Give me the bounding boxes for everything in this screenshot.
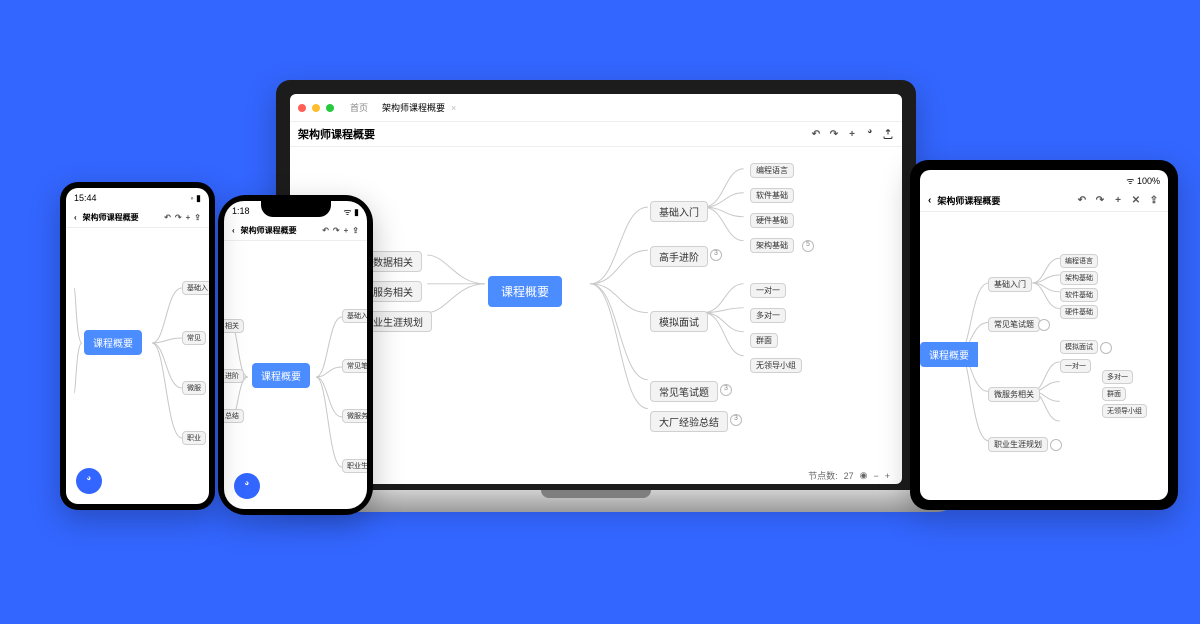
tab-document[interactable]: 架构师课程概要× bbox=[382, 101, 456, 114]
undo-icon[interactable]: ↶ bbox=[164, 213, 171, 222]
node-frag-r3[interactable]: 微服 bbox=[182, 381, 206, 395]
node-1on1[interactable]: 一对一 bbox=[1060, 359, 1091, 373]
node-software[interactable]: 软件基础 bbox=[1060, 288, 1098, 302]
collapse-dot[interactable] bbox=[1100, 342, 1112, 354]
node-mock-interview[interactable]: 模拟面试 bbox=[1060, 340, 1098, 354]
node-hardware[interactable]: 硬件基础 bbox=[750, 213, 794, 228]
node-frag-left3[interactable]: 总结 bbox=[224, 409, 244, 423]
laptop-status-line: 节点数: 27 ◉ − + bbox=[804, 467, 894, 484]
view-icon[interactable]: ◉ bbox=[860, 470, 868, 481]
node-root[interactable]: 课程概要 bbox=[920, 342, 978, 367]
node-root[interactable]: 课程概要 bbox=[84, 330, 142, 355]
minimize-icon[interactable] bbox=[312, 104, 320, 112]
node-career[interactable]: 职业生涯规划 bbox=[988, 437, 1048, 452]
ipad-screen: ᯤ 100% ‹架构师课程概要 ↶↷+✕⇪ 课程概要 基础入门 常 bbox=[920, 170, 1168, 500]
node-frag-r1[interactable]: 基础入 bbox=[182, 281, 209, 295]
collapse-bigco[interactable]: 3 bbox=[730, 414, 742, 426]
node-root[interactable]: 课程概要 bbox=[488, 276, 562, 307]
collapse-dot[interactable] bbox=[1038, 319, 1050, 331]
node-hardware[interactable]: 硬件基础 bbox=[1060, 305, 1098, 319]
tab-bar: 首页 架构师课程概要× bbox=[340, 98, 466, 117]
iphone-screen: 1:18ᯤ ▮ ‹架构师课程概要 ↶↷+⇪ 相关 进阶 总结 课程概要 基础入 … bbox=[224, 201, 367, 509]
node-frag-r1[interactable]: 基础入 bbox=[342, 309, 367, 323]
node-microservice[interactable]: 微服务相关 bbox=[988, 387, 1040, 402]
node-1on1[interactable]: 一对一 bbox=[750, 283, 786, 298]
connector-lines bbox=[66, 222, 209, 504]
laptop-mindmap-canvas[interactable]: 大数据相关 微服务相关 职业生涯规划 3 课程概要 基础入门 高手进阶 3 模拟… bbox=[290, 140, 902, 466]
node-mock-interview[interactable]: 模拟面试 bbox=[650, 311, 708, 332]
fab-tools-button[interactable] bbox=[234, 473, 260, 499]
maximize-icon[interactable] bbox=[326, 104, 334, 112]
redo-icon[interactable]: ↷ bbox=[828, 128, 840, 140]
node-frag-r4[interactable]: 职业 bbox=[182, 431, 206, 445]
node-frag-r2[interactable]: 常见 bbox=[182, 331, 206, 345]
collapse-archbasic[interactable]: 5 bbox=[802, 240, 814, 252]
close-icon[interactable] bbox=[298, 104, 306, 112]
back-icon[interactable]: ‹ bbox=[232, 226, 235, 235]
tools-icon[interactable] bbox=[864, 128, 876, 140]
node-frag-r2[interactable]: 常见笔 bbox=[342, 359, 367, 373]
export-icon[interactable] bbox=[882, 128, 894, 140]
android-mindmap-canvas[interactable]: 课程概要 基础入 常见 微服 职业 bbox=[66, 222, 209, 504]
add-icon[interactable]: + bbox=[846, 128, 858, 140]
close-tab-icon[interactable]: × bbox=[451, 103, 456, 113]
android-statusbar: 15:44◦ ▮ bbox=[66, 188, 209, 208]
node-written-test[interactable]: 常见笔试题 bbox=[988, 317, 1040, 332]
back-icon[interactable]: ‹ bbox=[74, 213, 77, 222]
iphone-mindmap-canvas[interactable]: 相关 进阶 总结 课程概要 基础入 常见笔 微服务 职业生 bbox=[224, 235, 367, 509]
android-frame: 15:44◦ ▮ ‹架构师课程概要 ↶↷+⇪ 课程概要 基础入 常见 微服 职业 bbox=[60, 182, 215, 510]
node-frag-left2[interactable]: 进阶 bbox=[224, 369, 244, 383]
collapse-advanced[interactable]: 3 bbox=[710, 249, 722, 261]
laptop-window-titlebar: 首页 架构师课程概要× bbox=[290, 94, 902, 122]
node-frag-r4[interactable]: 职业生 bbox=[342, 459, 367, 473]
iphone-frame: 1:18ᯤ ▮ ‹架构师课程概要 ↶↷+⇪ 相关 进阶 总结 课程概要 基础入 … bbox=[218, 195, 373, 515]
node-group[interactable]: 群面 bbox=[750, 333, 778, 348]
add-icon[interactable]: + bbox=[344, 226, 349, 235]
collapse-dot[interactable] bbox=[1050, 439, 1062, 451]
redo-icon[interactable]: ↷ bbox=[333, 226, 340, 235]
zoom-in-icon[interactable]: + bbox=[885, 471, 890, 481]
ipad-statusbar: ᯤ 100% bbox=[920, 170, 1168, 190]
node-frag-r3[interactable]: 微服务 bbox=[342, 409, 367, 423]
node-bigco-exp[interactable]: 大厂经验总结 bbox=[650, 411, 728, 432]
node-basics[interactable]: 基础入门 bbox=[988, 277, 1032, 292]
node-arch-basics[interactable]: 架构基础 bbox=[1060, 271, 1098, 285]
node-leaderless[interactable]: 无领导小组 bbox=[750, 358, 802, 373]
iphone-notch bbox=[261, 201, 331, 217]
export-icon[interactable]: ⇪ bbox=[194, 213, 201, 222]
node-advanced[interactable]: 高手进阶 bbox=[650, 246, 708, 267]
undo-icon[interactable]: ↶ bbox=[810, 128, 822, 140]
android-screen: 15:44◦ ▮ ‹架构师课程概要 ↶↷+⇪ 课程概要 基础入 常见 微服 职业 bbox=[66, 188, 209, 504]
node-arch-basics[interactable]: 架构基础 bbox=[750, 238, 794, 253]
node-basics[interactable]: 基础入门 bbox=[650, 201, 708, 222]
node-many1[interactable]: 多对一 bbox=[750, 308, 786, 323]
export-icon[interactable]: ⇪ bbox=[352, 226, 359, 235]
node-frag-left1[interactable]: 相关 bbox=[224, 319, 244, 333]
ipad-frame: ᯤ 100% ‹架构师课程概要 ↶↷+✕⇪ 课程概要 基础入门 常 bbox=[910, 160, 1178, 510]
node-leaderless[interactable]: 无领导小组 bbox=[1102, 404, 1147, 418]
zoom-out-icon[interactable]: − bbox=[873, 471, 878, 481]
node-count-value: 27 bbox=[844, 471, 854, 481]
undo-icon[interactable]: ↶ bbox=[322, 226, 329, 235]
laptop-screen: 首页 架构师课程概要× 架构师课程概要 ↶ ↷ + bbox=[290, 94, 902, 484]
device-mockup-stage: 首页 架构师课程概要× 架构师课程概要 ↶ ↷ + bbox=[0, 0, 1200, 624]
collapse-written[interactable]: 3 bbox=[720, 384, 732, 396]
node-group[interactable]: 群面 bbox=[1102, 387, 1126, 401]
connector-lines bbox=[290, 140, 902, 466]
ipad-mindmap-canvas[interactable]: 课程概要 基础入门 常见笔试题 微服务相关 职业生涯规划 编程语言 架构基础 软… bbox=[920, 204, 1168, 500]
add-icon[interactable]: + bbox=[186, 213, 191, 222]
node-software[interactable]: 软件基础 bbox=[750, 188, 794, 203]
node-count-label: 节点数: bbox=[808, 469, 838, 482]
node-lang[interactable]: 编程语言 bbox=[1060, 254, 1098, 268]
node-many1[interactable]: 多对一 bbox=[1102, 370, 1133, 384]
node-root[interactable]: 课程概要 bbox=[252, 363, 310, 388]
tab-home[interactable]: 首页 bbox=[350, 101, 368, 114]
fab-tools-button[interactable] bbox=[76, 468, 102, 494]
redo-icon[interactable]: ↷ bbox=[175, 213, 182, 222]
node-lang[interactable]: 编程语言 bbox=[750, 163, 794, 178]
node-written-test[interactable]: 常见笔试题 bbox=[650, 381, 718, 402]
